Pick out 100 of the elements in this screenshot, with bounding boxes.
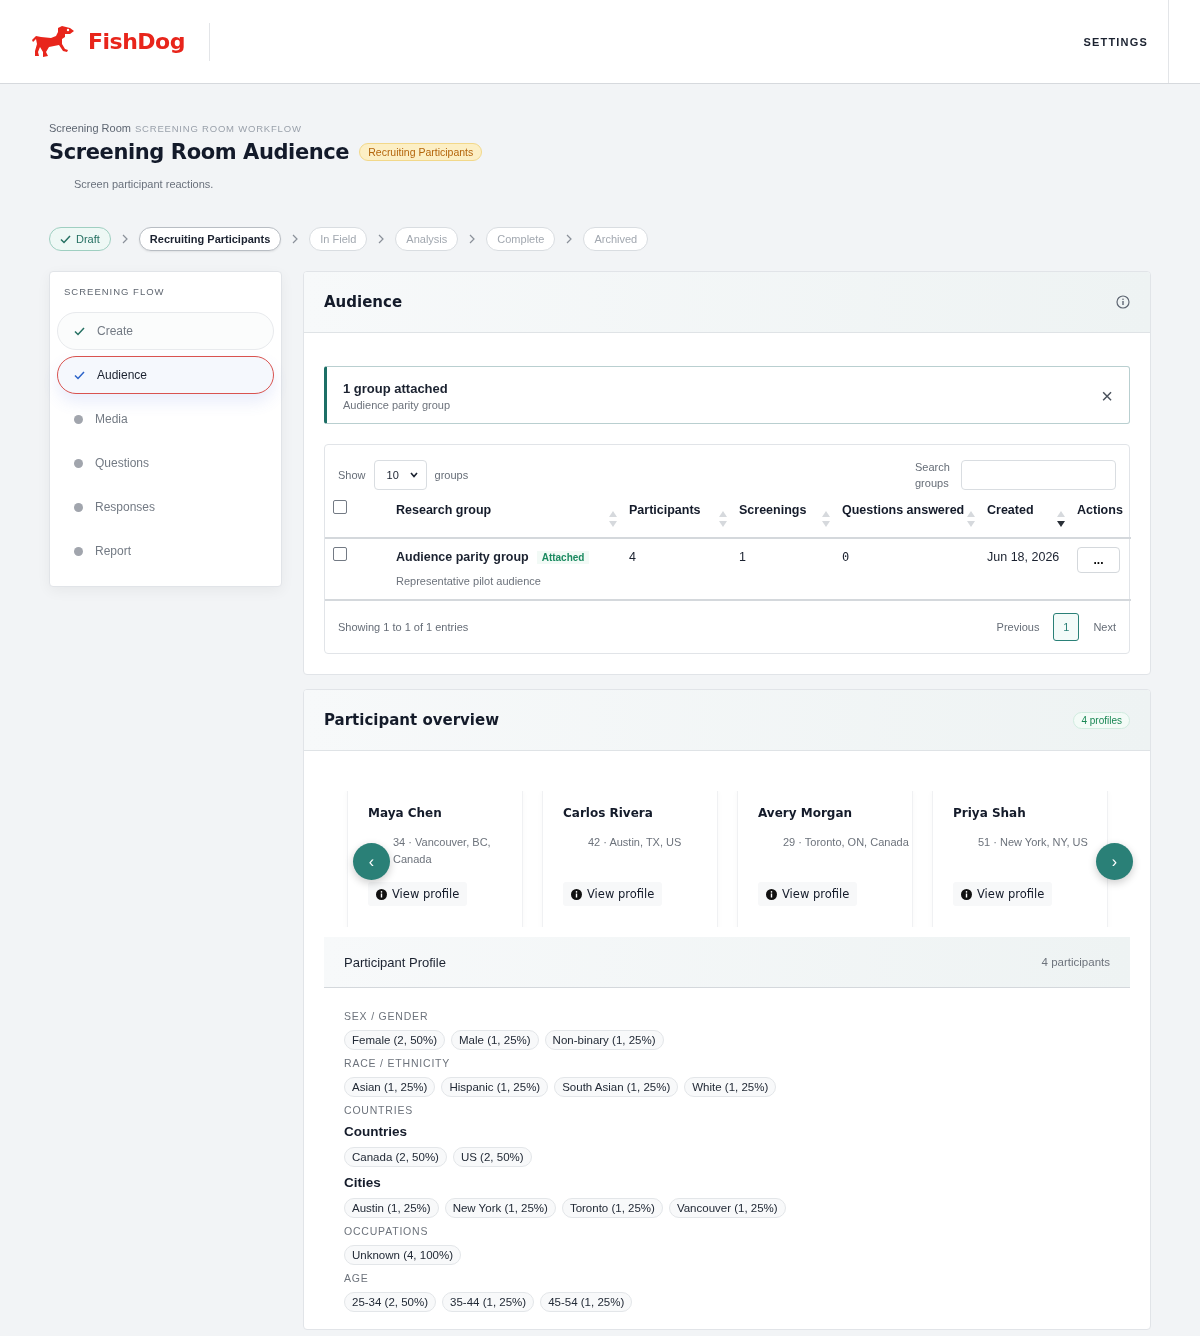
dot-icon <box>74 414 83 424</box>
attached-badge: Attached <box>536 551 590 564</box>
stat-chip: Non-binary (1, 25%) <box>544 1030 664 1050</box>
previous-button[interactable]: ‹ <box>353 843 390 880</box>
actions-button[interactable]: ... <box>1077 547 1120 573</box>
section-label: SEX / GENDER <box>344 1010 430 1022</box>
sort-icon[interactable] <box>1057 511 1065 527</box>
search-field[interactable] <box>961 460 1116 490</box>
column-header[interactable]: Questions answered <box>842 500 965 520</box>
column-header[interactable]: Created <box>987 500 1034 520</box>
profiles-badge: 4 profiles <box>1073 711 1130 729</box>
participant-count: 4 participants <box>1041 956 1110 968</box>
column-header[interactable]: Actions <box>1077 500 1123 520</box>
flow-item[interactable]: Media <box>57 400 274 438</box>
dot-icon <box>74 502 83 512</box>
chevron-icon <box>377 234 386 244</box>
notice-text: Audience parity group <box>343 399 450 411</box>
caret-icon <box>409 472 418 478</box>
stat-chip: Female (2, 50%) <box>344 1030 445 1050</box>
participant-details: 42 · Austin, TX, US <box>588 835 682 850</box>
table-cell: 0 <box>836 538 981 600</box>
column-header[interactable]: Screenings <box>739 500 807 520</box>
section-label: RACE / ETHNICITY <box>344 1057 452 1069</box>
flow-item[interactable]: Audience <box>57 356 274 394</box>
chevron-icon <box>291 234 300 244</box>
close-button[interactable]: × <box>1101 384 1113 408</box>
column-header[interactable]: Research group <box>396 500 492 520</box>
info-icon[interactable] <box>1116 295 1130 309</box>
check-icon <box>74 370 85 380</box>
page-title: Screening Room Audience <box>49 140 350 164</box>
stat-chip: New York (1, 25%) <box>444 1198 556 1218</box>
workflow-step[interactable]: Draft <box>49 227 111 251</box>
chevron-icon <box>565 234 574 244</box>
groups-label: groups <box>434 469 469 481</box>
flow-item[interactable]: Create <box>57 312 274 350</box>
info-icon <box>766 888 777 900</box>
settings-link[interactable]: SETTINGS <box>1083 35 1148 48</box>
notice-title: 1 group attached <box>343 381 449 396</box>
stat-chip: 45-54 (1, 25%) <box>540 1292 633 1312</box>
view-profile-button[interactable]: View profile <box>758 882 858 906</box>
participant-name: Avery Morgan <box>758 806 854 820</box>
stat-chip: Hispanic (1, 25%) <box>441 1077 549 1097</box>
participant-details: 34 · Vancouver, BC, Canada <box>393 835 492 867</box>
stat-chip: Toronto (1, 25%) <box>561 1198 663 1218</box>
view-profile-button[interactable]: View profile <box>563 882 663 906</box>
stat-chip: Male (1, 25%) <box>451 1030 539 1050</box>
show-label: Show <box>338 469 366 481</box>
brand-name[interactable]: FishDog <box>88 29 185 54</box>
section-label: AGE <box>344 1272 370 1284</box>
checkbox[interactable] <box>333 500 347 514</box>
dot-icon <box>74 458 83 468</box>
stat-chip: 25-34 (2, 50%) <box>344 1292 437 1312</box>
participant-name: Maya Chen <box>368 806 443 820</box>
view-profile-button[interactable]: View profile <box>953 882 1053 906</box>
page-button[interactable]: 1 <box>1053 613 1080 641</box>
column-header[interactable]: Participants <box>629 500 701 520</box>
card-title: Participant overview <box>324 711 499 729</box>
table-cell: 4 <box>623 538 733 600</box>
previous-button[interactable]: Previous <box>996 621 1040 633</box>
stat-chip: Unknown (4, 100%) <box>344 1245 461 1265</box>
page-size-select[interactable]: 10 <box>373 460 427 490</box>
stat-chip: Vancouver (1, 25%) <box>668 1198 786 1218</box>
group-name[interactable]: Audience parity group <box>396 550 529 564</box>
breadcrumb-subtitle: SCREENING ROOM WORKFLOW <box>134 123 302 134</box>
flow-item[interactable]: Questions <box>57 444 274 482</box>
stat-chip: US (2, 50%) <box>452 1147 532 1167</box>
stat-chip: White (1, 25%) <box>684 1077 777 1097</box>
section-heading: Countries <box>344 1124 408 1139</box>
participant-details: 29 · Toronto, ON, Canada <box>783 835 909 850</box>
flow-item[interactable]: Report <box>57 532 274 570</box>
checkbox[interactable] <box>333 547 347 561</box>
page-subtitle: Screen participant reactions. <box>74 178 215 190</box>
stat-chip: 35-44 (1, 25%) <box>442 1292 535 1312</box>
table-cell: 1 <box>733 538 836 600</box>
entries-info: Showing 1 to 1 of 1 entries <box>338 621 469 633</box>
flow-item[interactable]: Responses <box>57 488 274 526</box>
next-button[interactable]: › <box>1096 843 1133 880</box>
section-label: COUNTRIES <box>344 1104 415 1116</box>
section-heading: Cities <box>344 1175 382 1190</box>
participant-details: 51 · New York, NY, US <box>978 835 1088 850</box>
workflow-step[interactable]: Recruiting Participants <box>138 227 282 251</box>
group-description: Representative pilot audience <box>396 574 542 589</box>
participant-name: Priya Shah <box>953 806 1027 820</box>
info-icon <box>961 888 972 900</box>
dog-logo-icon <box>32 25 74 58</box>
chevron-icon <box>120 234 129 244</box>
search-label: Search groups <box>915 460 951 491</box>
stat-chip: Asian (1, 25%) <box>344 1077 436 1097</box>
card-title: Audience <box>324 293 403 311</box>
info-icon <box>376 888 387 900</box>
breadcrumb[interactable]: Screening Room <box>49 122 131 134</box>
check-icon <box>60 234 71 244</box>
info-icon <box>571 888 582 900</box>
stat-chip: South Asian (1, 25%) <box>554 1077 679 1097</box>
view-profile-button[interactable]: View profile <box>368 882 468 906</box>
table-cell: Jun 18, 2026 <box>981 538 1071 600</box>
stat-chip: Austin (1, 25%) <box>344 1198 439 1218</box>
check-icon <box>74 326 85 336</box>
next-button[interactable]: Next <box>1093 621 1116 633</box>
section-label: OCCUPATIONS <box>344 1225 430 1237</box>
